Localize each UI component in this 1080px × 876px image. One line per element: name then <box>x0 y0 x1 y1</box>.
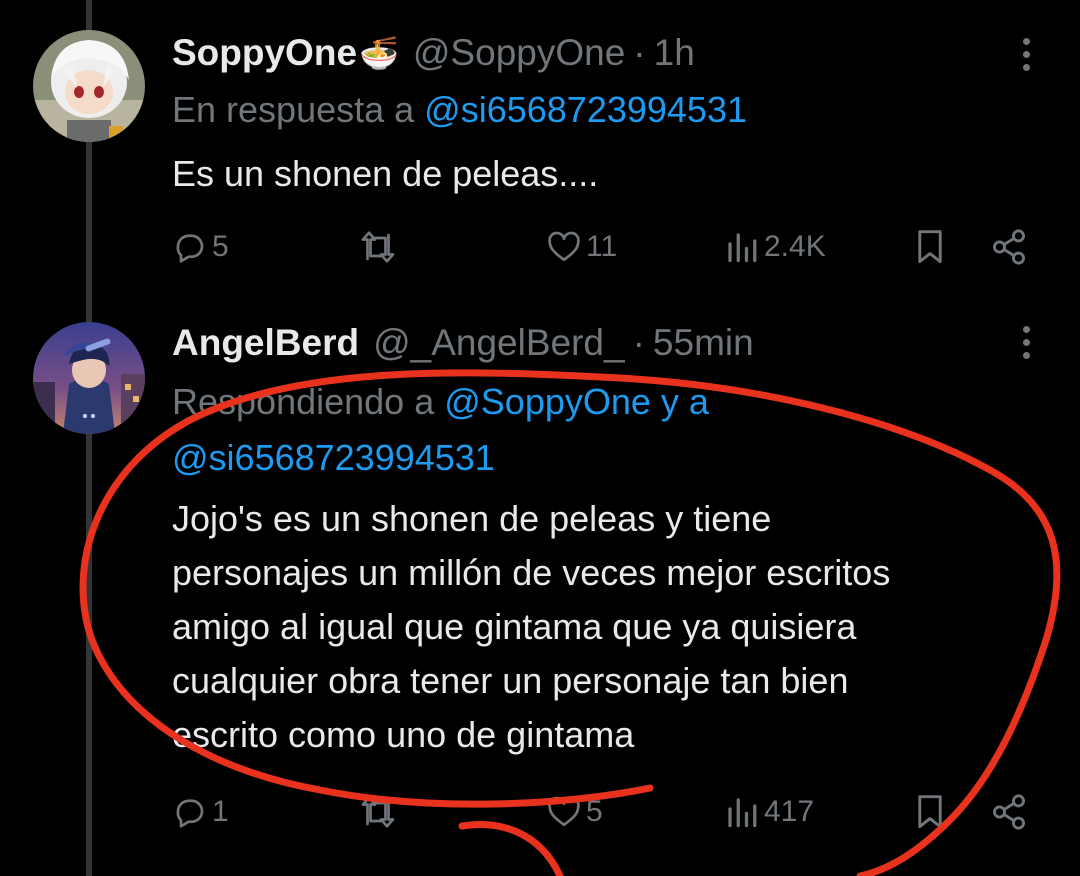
share-button[interactable] <box>990 225 1028 269</box>
reply-prefix: En respuesta a <box>172 89 415 130</box>
bookmark-icon <box>918 795 942 829</box>
reply-mention-link[interactable]: @si6568723994531 <box>424 89 747 130</box>
avatar[interactable] <box>33 322 145 434</box>
reply-count: 1 <box>212 795 229 828</box>
reply-icon <box>176 799 204 828</box>
timestamp[interactable]: 55min <box>653 322 754 364</box>
tweet-text-line: cualquier obra tener un personaje tan bi… <box>172 660 849 701</box>
display-name[interactable]: AngelBerd <box>172 322 359 364</box>
tweet-text-line: personajes un millón de veces mejor escr… <box>172 552 891 593</box>
more-options-button[interactable] <box>1016 326 1036 359</box>
avatar-image-angelberd <box>33 322 145 434</box>
reply-context: En respuesta a @si6568723994531 <box>172 82 992 138</box>
avatar-image-soppyone <box>33 30 145 142</box>
tweet-text-line: escrito como uno de gintama <box>172 714 635 755</box>
separator-dot: · <box>633 32 646 73</box>
timestamp[interactable]: 1h <box>654 32 695 74</box>
like-button[interactable]: 5 <box>546 790 603 834</box>
reply-button[interactable]: 1 <box>172 790 229 834</box>
retweet-icon <box>361 231 395 263</box>
reply-icon <box>176 234 204 263</box>
tweet[interactable]: SoppyOne 🍜 @SoppyOne · 1h En respuesta a… <box>0 0 1080 290</box>
more-icon <box>1022 326 1030 333</box>
like-count: 11 <box>586 230 618 263</box>
reply-button[interactable]: 5 <box>172 225 229 269</box>
user-handle[interactable]: @_AngelBerd_ <box>373 322 625 364</box>
tweet-text: Jojo's es un shonen de peleas y tiene pe… <box>172 492 1032 762</box>
bookmark-button[interactable] <box>912 225 948 269</box>
tweet-actions: 5 11 2.4K <box>172 225 1032 269</box>
more-options-button[interactable] <box>1016 38 1036 71</box>
like-icon <box>548 231 580 262</box>
bookmark-icon <box>918 230 942 264</box>
like-icon <box>548 796 580 827</box>
reply-count: 5 <box>212 230 229 263</box>
views-button[interactable]: 417 <box>724 790 814 834</box>
like-count: 5 <box>586 795 603 828</box>
retweet-icon <box>361 796 395 828</box>
like-button[interactable]: 11 <box>546 225 617 269</box>
avatar[interactable] <box>33 30 145 142</box>
user-handle[interactable]: @SoppyOne <box>413 32 625 74</box>
ramen-emoji: 🍜 <box>359 35 399 71</box>
share-button[interactable] <box>990 790 1028 834</box>
views-count: 2.4K <box>764 230 826 263</box>
tweet-text-line: Jojo's es un shonen de peleas y tiene <box>172 498 772 539</box>
bookmark-button[interactable] <box>912 790 948 834</box>
display-name[interactable]: SoppyOne <box>172 32 357 74</box>
share-icon <box>993 794 1025 830</box>
views-icon <box>728 233 757 263</box>
tweet[interactable]: AngelBerd @_AngelBerd_ · 55min Respondie… <box>0 290 1080 876</box>
tweet-text-line: amigo al igual que gintama que ya quisie… <box>172 606 857 647</box>
views-icon <box>728 798 757 828</box>
retweet-button[interactable] <box>358 225 402 269</box>
views-button[interactable]: 2.4K <box>724 225 826 269</box>
share-icon <box>993 229 1025 265</box>
reply-context: Respondiendo a @SoppyOne y a @si65687239… <box>172 374 992 486</box>
retweet-button[interactable] <box>358 790 402 834</box>
more-icon <box>1022 38 1030 45</box>
tweet-text: Es un shonen de peleas.... <box>172 153 599 194</box>
views-count: 417 <box>764 795 815 828</box>
separator-dot: · <box>632 322 645 363</box>
tweet-header: AngelBerd @_AngelBerd_ · 55min <box>172 321 754 365</box>
tweet-actions: 1 5 417 <box>172 790 1032 834</box>
tweet-header: SoppyOne 🍜 @SoppyOne · 1h <box>172 31 695 75</box>
reply-prefix: Respondiendo a <box>172 381 435 422</box>
